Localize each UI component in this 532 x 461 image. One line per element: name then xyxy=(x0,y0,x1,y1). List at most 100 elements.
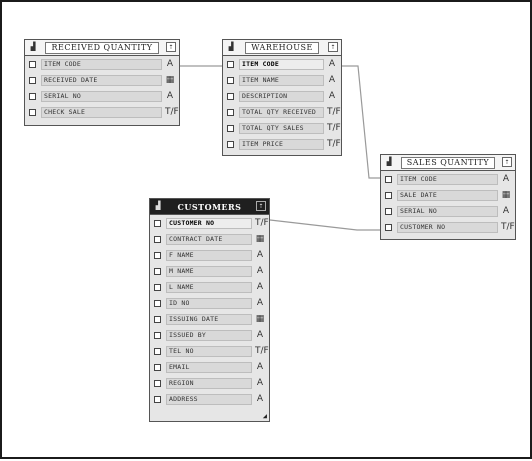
field-row[interactable]: TEL NO T/F xyxy=(150,343,269,359)
field-name: M NAME xyxy=(166,265,252,277)
field-name: CONTRACT DATE xyxy=(166,233,252,245)
field-type-icon: T/F xyxy=(327,139,341,149)
field-checkbox[interactable] xyxy=(29,60,36,68)
field-row[interactable]: TOTAL QTY SALES T/F xyxy=(223,120,341,136)
scroll-up-icon[interactable]: ⇡ xyxy=(328,42,338,52)
scroll-up-icon[interactable]: ⇡ xyxy=(502,157,512,167)
field-row[interactable]: TOTAL QTY RECEIVED T/F xyxy=(223,104,341,120)
field-row[interactable]: ITEM NAME A xyxy=(223,72,341,88)
field-checkbox[interactable] xyxy=(154,251,161,259)
field-type-icon: A xyxy=(256,330,264,340)
field-checkbox[interactable] xyxy=(227,92,234,100)
scroll-up-icon[interactable]: ⇡ xyxy=(166,42,176,52)
field-checkbox[interactable] xyxy=(154,235,161,243)
field-row[interactable]: ITEM CODE A xyxy=(223,56,341,72)
field-checkbox[interactable] xyxy=(154,267,161,275)
field-type-icon: ▦ xyxy=(255,234,265,244)
field-checkbox[interactable] xyxy=(227,108,234,116)
field-name: CUSTOMER NO xyxy=(397,221,498,233)
menu-icon[interactable]: ▟ xyxy=(153,201,163,211)
field-row[interactable]: SALE DATE ▦ xyxy=(381,187,515,203)
field-row[interactable]: DESCRIPTION A xyxy=(223,88,341,104)
field-checkbox[interactable] xyxy=(154,331,161,339)
field-name: ISSUED BY xyxy=(166,329,252,341)
field-type-icon: A xyxy=(256,378,264,388)
resize-handle-icon[interactable]: ◢ xyxy=(263,412,267,420)
field-row[interactable]: ISSUED BY A xyxy=(150,327,269,343)
field-type-icon: A xyxy=(256,394,264,404)
field-type-icon: A xyxy=(256,250,264,260)
field-row[interactable]: RECEIVED DATE ▦ xyxy=(25,72,179,88)
field-type-icon: A xyxy=(256,282,264,292)
field-type-icon: T/F xyxy=(255,218,269,228)
field-checkbox[interactable] xyxy=(154,395,161,403)
table-warehouse[interactable]: ▟ WAREHOUSE ⇡ ITEM CODE A ITEM NAME A DESCRI… xyxy=(222,39,342,156)
field-row[interactable]: ITEM CODE A xyxy=(381,171,515,187)
field-row[interactable]: M NAME A xyxy=(150,263,269,279)
field-row[interactable]: CHECK SALE T/F xyxy=(25,104,179,120)
field-checkbox[interactable] xyxy=(154,299,161,307)
menu-icon[interactable]: ▟ xyxy=(28,42,38,52)
field-checkbox[interactable] xyxy=(154,379,161,387)
field-checkbox[interactable] xyxy=(154,219,161,227)
field-checkbox[interactable] xyxy=(154,283,161,291)
field-checkbox[interactable] xyxy=(154,315,161,323)
field-name: ITEM PRICE xyxy=(239,138,324,150)
field-name: TOTAL QTY SALES xyxy=(239,122,324,134)
table-received-quantity[interactable]: ▟ RECEIVED QUANTITY ⇡ ITEM CODE A RECEIVED… xyxy=(24,39,180,126)
field-checkbox[interactable] xyxy=(385,191,392,199)
field-name: ITEM CODE xyxy=(239,58,324,70)
field-type-icon: A xyxy=(502,174,510,184)
field-name: CHECK SALE xyxy=(41,106,162,118)
menu-icon[interactable]: ▟ xyxy=(226,42,236,52)
field-name: SERIAL NO xyxy=(397,205,498,217)
table-title: WAREHOUSE xyxy=(245,41,319,54)
field-type-icon: T/F xyxy=(327,107,341,117)
scroll-up-icon[interactable]: ⇡ xyxy=(256,201,266,211)
table-title: SALES QUANTITY xyxy=(400,156,496,169)
field-checkbox[interactable] xyxy=(227,140,234,148)
field-checkbox[interactable] xyxy=(385,207,392,215)
field-checkbox[interactable] xyxy=(227,76,234,84)
field-row[interactable]: CONTRACT DATE ▦ xyxy=(150,231,269,247)
field-checkbox[interactable] xyxy=(385,175,392,183)
field-checkbox[interactable] xyxy=(29,76,36,84)
field-row[interactable]: F NAME A xyxy=(150,247,269,263)
field-row[interactable]: SERIAL NO A xyxy=(381,203,515,219)
field-checkbox[interactable] xyxy=(227,124,234,132)
field-name: ITEM NAME xyxy=(239,74,324,86)
field-row[interactable]: ADDRESS A xyxy=(150,391,269,407)
field-checkbox[interactable] xyxy=(29,92,36,100)
table-customers[interactable]: ▟ CUSTOMERS ⇡ CUSTOMER NO T/F CONTRACT DAT… xyxy=(149,198,270,422)
field-checkbox[interactable] xyxy=(29,108,36,116)
field-row[interactable]: L NAME A xyxy=(150,279,269,295)
field-checkbox[interactable] xyxy=(154,363,161,371)
table-title-bar[interactable]: ▟ RECEIVED QUANTITY ⇡ xyxy=(25,40,179,56)
link-customers-sales xyxy=(269,219,380,231)
field-row[interactable]: SERIAL NO A xyxy=(25,88,179,104)
table-title-bar[interactable]: ▟ CUSTOMERS ⇡ xyxy=(150,199,269,215)
field-checkbox[interactable] xyxy=(385,223,392,231)
table-title-bar[interactable]: ▟ SALES QUANTITY ⇡ xyxy=(381,155,515,171)
field-name: CUSTOMER NO xyxy=(166,217,252,229)
field-name: ISSUING DATE xyxy=(166,313,252,325)
field-row[interactable]: ISSUING DATE ▦ xyxy=(150,311,269,327)
field-row[interactable]: ID NO A xyxy=(150,295,269,311)
field-checkbox[interactable] xyxy=(227,60,234,68)
field-row[interactable]: REGION A xyxy=(150,375,269,391)
field-row[interactable]: EMAIL A xyxy=(150,359,269,375)
field-name: SERIAL NO xyxy=(41,90,162,102)
field-row[interactable]: CUSTOMER NO T/F xyxy=(381,219,515,235)
field-checkbox[interactable] xyxy=(154,347,161,355)
field-type-icon: A xyxy=(328,91,336,101)
field-row[interactable]: ITEM PRICE T/F xyxy=(223,136,341,152)
table-title-bar[interactable]: ▟ WAREHOUSE ⇡ xyxy=(223,40,341,56)
field-row[interactable]: CUSTOMER NO T/F xyxy=(150,215,269,231)
field-name: ID NO xyxy=(166,297,252,309)
menu-icon[interactable]: ▟ xyxy=(384,157,394,167)
table-title: RECEIVED QUANTITY xyxy=(45,41,159,54)
field-row[interactable]: ITEM CODE A xyxy=(25,56,179,72)
table-sales-quantity[interactable]: ▟ SALES QUANTITY ⇡ ITEM CODE A SALE DATE ▦ S… xyxy=(380,154,516,240)
field-type-icon: T/F xyxy=(255,346,269,356)
field-type-icon: A xyxy=(166,91,174,101)
